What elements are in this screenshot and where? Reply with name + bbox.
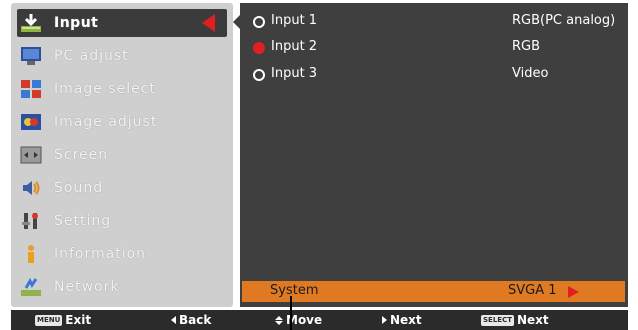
menu-item-image-select[interactable]: Image select (17, 75, 227, 103)
guide-back: Back (171, 313, 211, 327)
left-arrow-icon (171, 316, 176, 324)
select-key-icon: SELECT (481, 314, 514, 326)
input-signal: RGB (512, 39, 541, 54)
menu-key-icon: MENU (35, 314, 63, 326)
screen-icon (19, 145, 42, 165)
input-signal: Video (512, 66, 549, 81)
main-menu: Input PC adjust Image select Image adjus… (11, 3, 233, 307)
input-signal: RGB(PC analog) (512, 13, 616, 28)
guide-next: Next (382, 313, 422, 327)
setting-icon (19, 211, 42, 231)
menu-label: Image select (54, 81, 156, 97)
menu-label: Input (54, 15, 99, 31)
network-icon (19, 277, 42, 297)
guide-label: Back (179, 313, 212, 327)
image-adjust-icon (19, 112, 42, 132)
guide-move: Move (275, 313, 322, 327)
input-icon (19, 13, 42, 33)
information-icon (19, 244, 42, 264)
menu-label: Image adjust (54, 114, 158, 130)
menu-item-input[interactable]: Input (17, 9, 227, 37)
guide-label: Next (516, 313, 549, 327)
input-submenu: Input 1 RGB(PC analog) Input 2 RGB Input… (240, 3, 628, 307)
menu-item-setting[interactable]: Setting (17, 207, 227, 235)
radio-button[interactable] (253, 16, 265, 28)
menu-item-network[interactable]: Network (17, 273, 227, 301)
input-option-2[interactable]: Input 2 RGB (252, 39, 622, 59)
system-label: System (270, 283, 319, 298)
input-name: Input 3 (271, 66, 318, 81)
guide-select-next: SELECT Next (481, 313, 549, 327)
menu-label: Setting (54, 213, 112, 229)
radio-button[interactable] (253, 69, 265, 81)
selected-arrow-icon (202, 14, 215, 32)
sound-icon (19, 178, 42, 198)
menu-item-pc-adjust[interactable]: PC adjust (17, 42, 227, 70)
menu-label: Network (54, 279, 120, 295)
menu-item-screen[interactable]: Screen (17, 141, 227, 169)
input-option-1[interactable]: Input 1 RGB(PC analog) (252, 13, 622, 33)
guide-label: Next (390, 313, 422, 327)
input-name: Input 2 (271, 39, 318, 54)
system-value: SVGA 1 (508, 283, 557, 298)
up-down-arrow-icon (275, 315, 283, 325)
menu-label: Sound (54, 180, 104, 196)
menu-item-information[interactable]: Information (17, 240, 227, 268)
menu-label: PC adjust (54, 48, 129, 64)
input-list: Input 1 RGB(PC analog) Input 2 RGB Input… (240, 3, 628, 273)
next-arrow-icon[interactable] (568, 286, 579, 298)
callout-line (290, 296, 292, 330)
system-row[interactable]: System SVGA 1 (242, 281, 625, 302)
menu-item-sound[interactable]: Sound (17, 174, 227, 202)
input-option-3[interactable]: Input 3 Video (252, 66, 622, 86)
menu-label: Screen (54, 147, 109, 163)
guide-exit: MENU Exit (35, 313, 91, 327)
menu-item-image-adjust[interactable]: Image adjust (17, 108, 227, 136)
radio-button-selected[interactable] (253, 42, 265, 54)
pc-adjust-icon (19, 46, 42, 66)
guide-bar: MENU Exit Back Move Next SELECT Next (11, 310, 628, 330)
right-arrow-icon (382, 316, 387, 324)
guide-label: Exit (65, 313, 92, 327)
input-name: Input 1 (271, 13, 318, 28)
menu-label: Information (54, 246, 147, 262)
image-select-icon (19, 79, 42, 99)
